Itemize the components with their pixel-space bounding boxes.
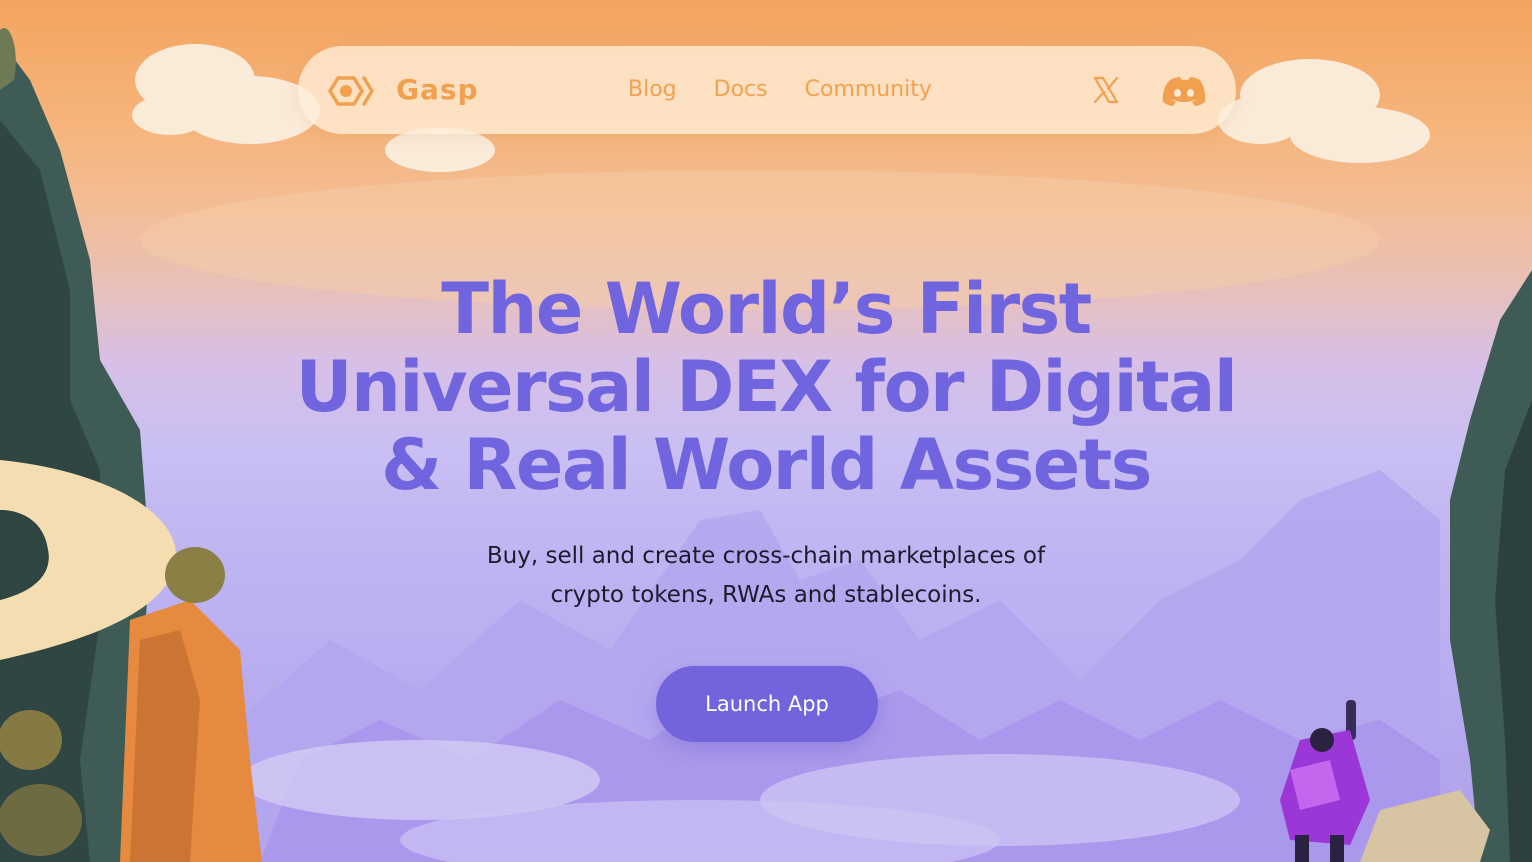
top-navigation-bar: Gasp Blog Docs Community: [298, 46, 1236, 134]
launch-app-button[interactable]: Launch App: [656, 666, 878, 742]
x-twitter-icon[interactable]: [1093, 76, 1119, 104]
hero-headline-line-2: Universal DEX for Digital: [295, 346, 1238, 428]
brand-name[interactable]: Gasp: [396, 73, 479, 106]
hero-subheadline-line-2: crypto tokens, RWAs and stablecoins.: [550, 582, 982, 608]
hero-headline-line-1: The World’s First: [441, 268, 1092, 350]
nav-link-docs[interactable]: Docs: [714, 77, 768, 102]
nav-link-blog[interactable]: Blog: [628, 77, 677, 102]
hero-headline: The World’s First Universal DEX for Digi…: [200, 270, 1332, 504]
hero-subheadline-line-1: Buy, sell and create cross-chain marketp…: [486, 543, 1046, 569]
hero-headline-line-3: & Real World Assets: [381, 424, 1152, 506]
hero-background: Gasp Blog Docs Community The World’s Fir…: [0, 0, 1532, 862]
nav-link-community[interactable]: Community: [805, 77, 932, 102]
nav-links: Blog Docs Community: [628, 77, 932, 102]
hero-subheadline: Buy, sell and create cross-chain marketp…: [400, 537, 1132, 615]
gasp-logo-icon[interactable]: [328, 72, 380, 110]
discord-icon[interactable]: [1162, 76, 1206, 106]
